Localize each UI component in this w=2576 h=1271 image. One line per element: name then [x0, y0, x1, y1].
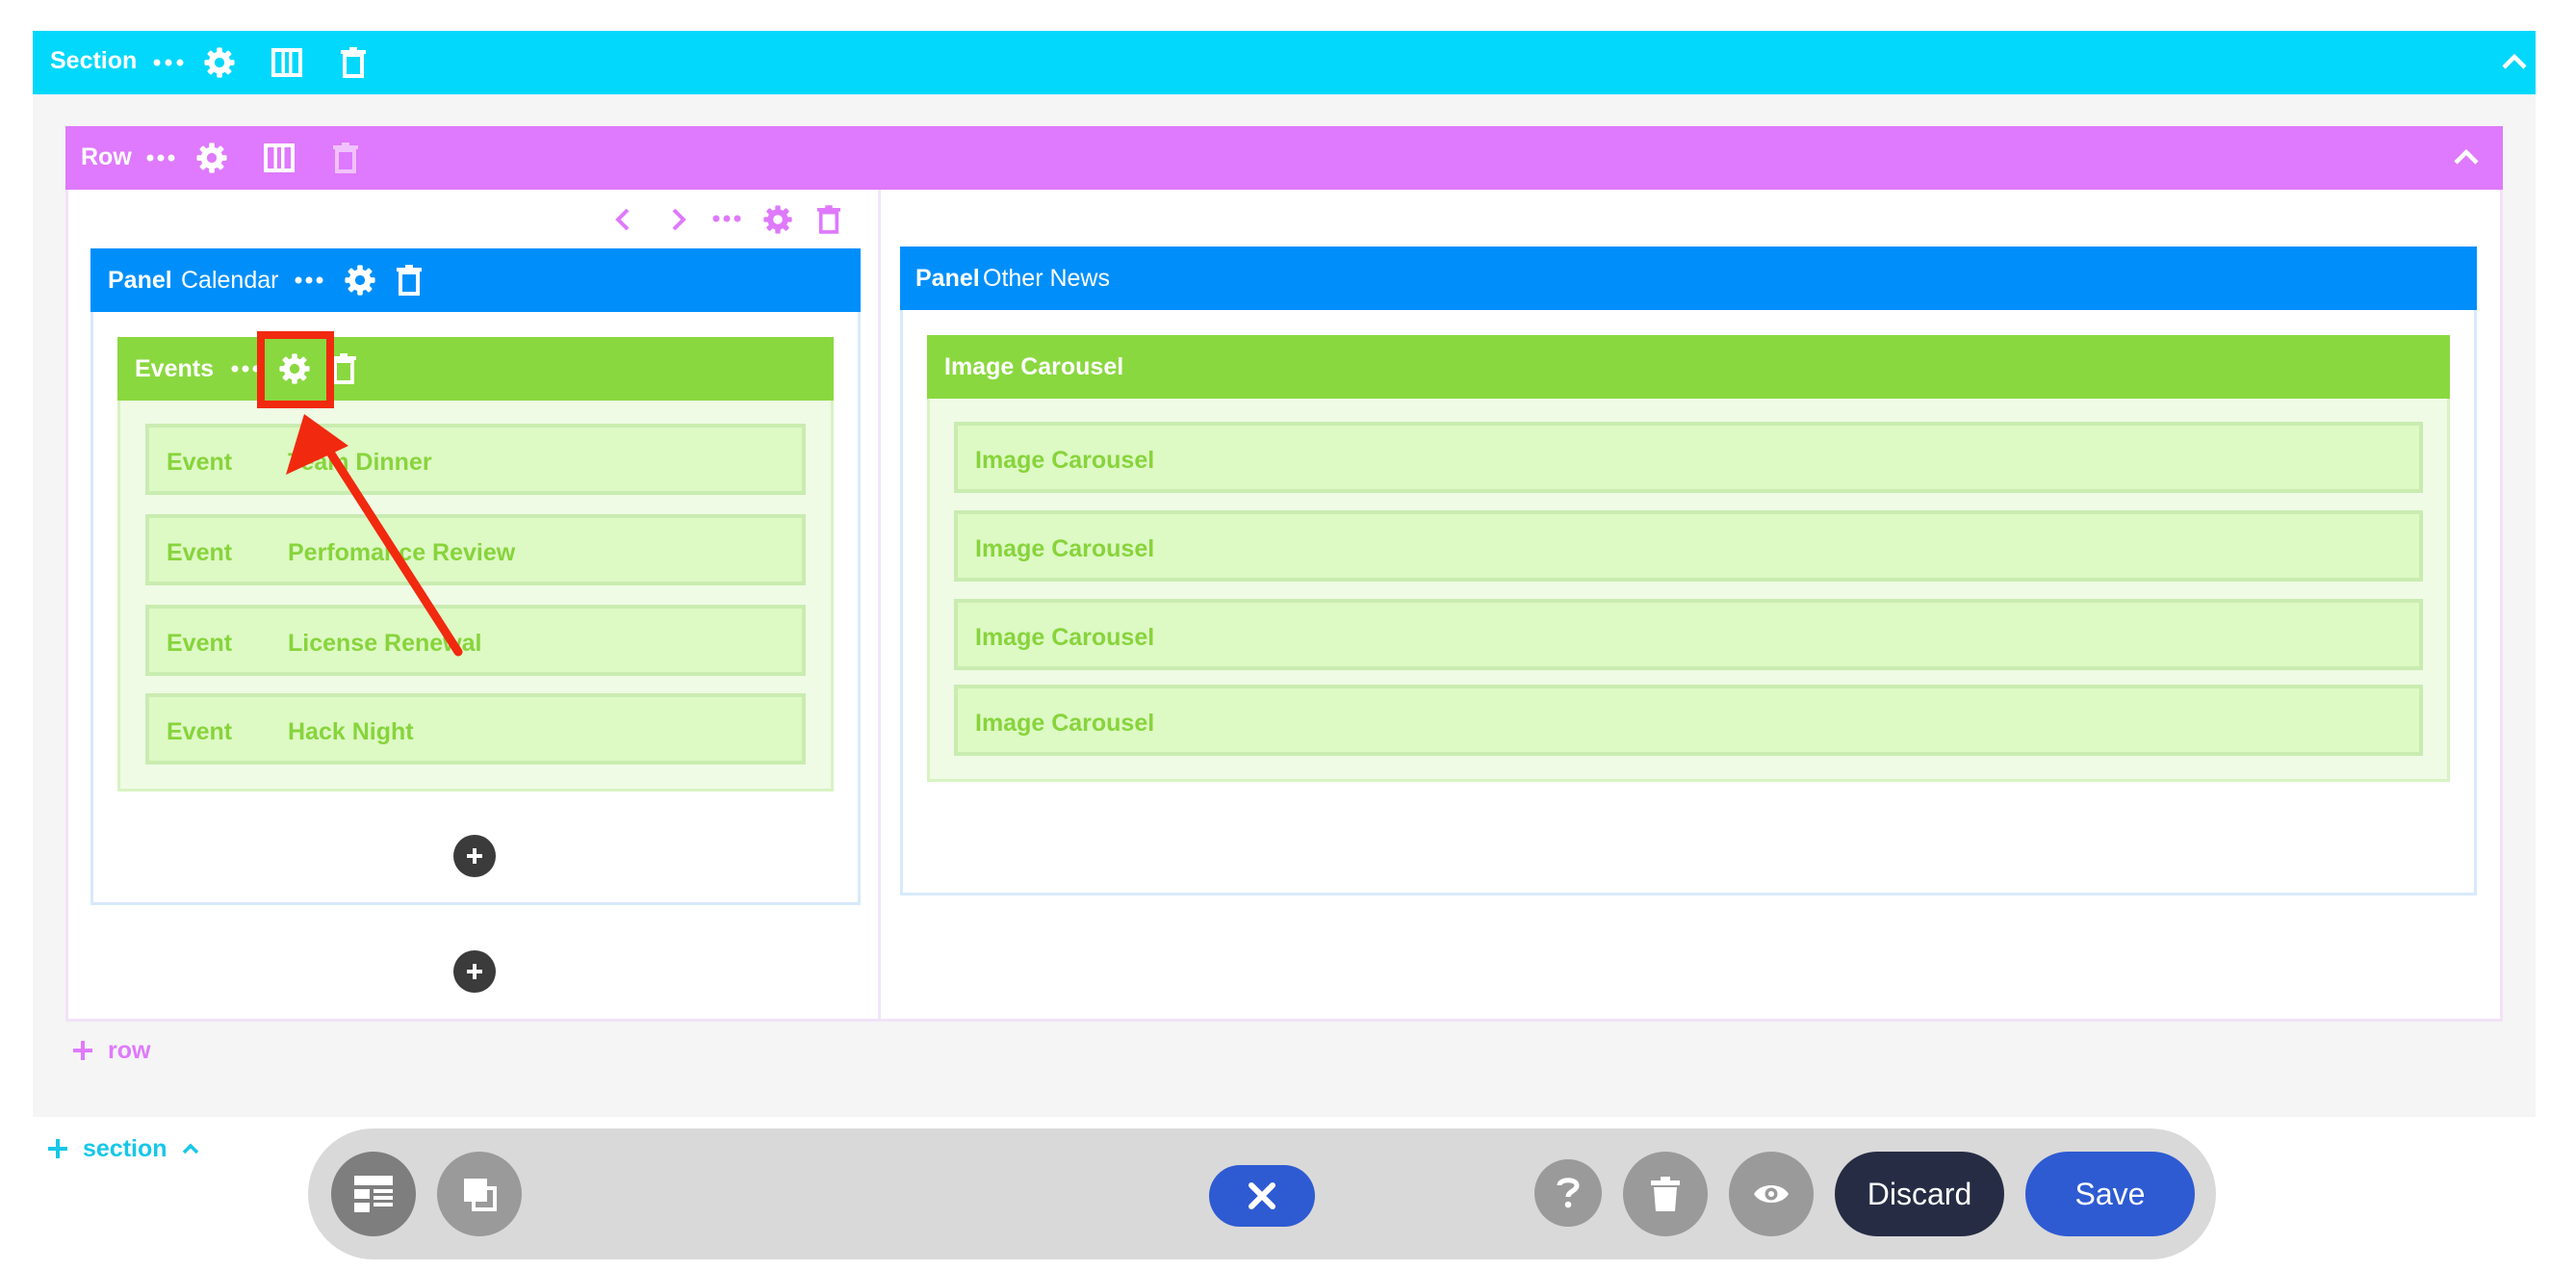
annotation-arrow [286, 414, 463, 657]
